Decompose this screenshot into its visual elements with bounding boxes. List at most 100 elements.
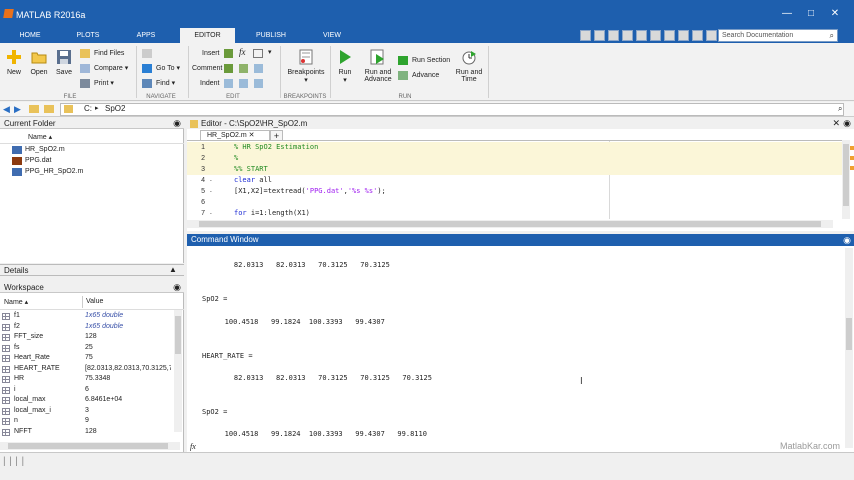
workspace-vscroll[interactable] [174,310,182,432]
settings-icon[interactable] [706,30,717,41]
go-to-button[interactable]: Go To ▾ [142,63,180,74]
code-line[interactable]: 2% [187,153,842,164]
tab-view[interactable]: VIEW [306,28,358,43]
name-column-header[interactable]: Name ▴ [28,133,52,141]
tab-editor[interactable]: EDITOR [180,28,235,43]
command-window[interactable]: Command Window ◉ 82.0313 82.0313 70.3125… [187,234,854,452]
panel-actions-icon[interactable]: ◉ [173,118,181,129]
ws-value-header[interactable]: Value [86,298,103,305]
tab-apps[interactable]: APPS [120,28,172,43]
workspace-row[interactable]: local_max 6.8461e+04 [0,395,172,406]
browse-folder-icon[interactable] [29,105,39,113]
file-item[interactable]: PPG_HR_SpO2.m [12,167,83,177]
command-vscroll[interactable] [845,248,853,448]
breakpoint-dash[interactable]: - [209,186,213,197]
line-number[interactable]: 3 [193,164,205,175]
panel-actions-icon[interactable]: ◉ [173,282,181,293]
line-number[interactable]: 6 [193,197,205,208]
back-forward-buttons[interactable] [142,48,156,59]
path-folder[interactable]: SpO2 [105,104,125,113]
close-button[interactable]: ✕ [828,9,842,19]
workspace-row[interactable]: fs 25 [0,343,172,354]
new-button[interactable]: New [4,49,24,76]
workspace-row[interactable]: i6 [0,385,172,396]
path-field[interactable] [60,103,844,116]
undo-icon[interactable] [650,30,661,41]
switch-windows-icon[interactable] [678,30,689,41]
workspace-row[interactable]: Heart_Rate 75 [0,353,172,364]
decrease-indent-icon[interactable] [254,79,263,88]
redo-icon[interactable] [664,30,675,41]
scroll-thumb[interactable] [846,318,852,350]
copy-icon[interactable] [622,30,633,41]
file-item[interactable]: HR_SpO2.m [12,145,65,155]
smart-indent-icon[interactable] [224,79,233,88]
cut-icon[interactable] [608,30,619,41]
back-arrow-icon[interactable]: ◀ [3,104,10,115]
run-button[interactable]: Run ▾ [333,49,357,84]
code-line[interactable]: 1 % HR SpO2 Estimation [187,142,842,153]
workspace-hscroll[interactable] [0,442,180,450]
workspace-row[interactable]: FFT_size 128 [0,332,172,343]
compare-button[interactable]: Compare ▾ [80,63,128,74]
line-number[interactable]: 2 [193,153,205,164]
help-icon[interactable] [692,30,703,41]
insert-dropdown-icon[interactable]: ▾ [268,48,272,56]
indent-button[interactable]: Indent [200,78,219,89]
code-line[interactable]: 4- clear all [187,175,842,186]
workspace-row[interactable]: HEART_RATE [82.0313,82.0313,70.3125,70 [0,364,172,375]
workspace-row[interactable]: NFFT 128 [0,427,172,438]
line-number[interactable]: 1 [193,142,205,153]
code-area[interactable]: 1% HR SpO2 Estimation 2% 3%% START 4- clear … [187,140,842,219]
scroll-thumb[interactable] [175,316,181,354]
ws-name-header[interactable]: Name ▴ [4,298,28,306]
breakpoints-button[interactable]: Breakpoints ▾ [284,49,328,84]
run-and-time-button[interactable]: Run and Time [453,49,485,83]
run-section-button[interactable]: Run Section [398,55,450,66]
search-folder-icon[interactable]: ⌕ [838,104,842,114]
forward-arrow-icon[interactable]: ▶ [14,104,21,115]
editor-hscroll[interactable] [187,220,833,228]
find-button[interactable]: Find ▾ [142,78,175,89]
scroll-thumb[interactable] [843,144,849,206]
warning-marker-icon[interactable] [850,156,854,160]
insert-section-icon[interactable] [224,49,233,58]
warning-marker-icon[interactable] [850,146,854,150]
workspace-row[interactable]: local_max_i 3 [0,406,172,417]
close-editor-icon[interactable]: ✕ [832,118,840,129]
command-window-actions-icon[interactable]: ◉ [843,234,851,246]
find-files-button[interactable]: Find Files [80,48,124,59]
paste-icon[interactable] [636,30,647,41]
editor-vscroll[interactable] [842,140,850,219]
wrap-comments-icon[interactable] [254,64,263,73]
tab-publish[interactable]: PUBLISH [243,28,299,43]
search-documentation-input[interactable]: Search Documentation ⌕ [718,29,838,42]
code-line[interactable]: 7- for i=1:length(X1) [187,208,842,219]
warning-marker-icon[interactable] [850,166,854,170]
details-panel[interactable]: Details ▲ [0,264,184,276]
scroll-thumb[interactable] [199,221,821,227]
line-number[interactable]: 7 [193,208,205,219]
workspace-row[interactable]: f2 1x65 double [0,322,172,333]
file-item[interactable]: PPG.dat [12,156,51,166]
run-and-advance-button[interactable]: Run and Advance [361,49,395,83]
tab-home[interactable]: HOME [5,28,55,43]
code-line[interactable]: 6 [187,197,842,208]
line-number[interactable]: 4 [193,175,205,186]
breakpoint-dash[interactable]: - [209,208,213,219]
path-drive[interactable]: C: [84,104,92,113]
advance-button[interactable]: Advance [398,70,439,81]
fx-icon[interactable]: fx [239,47,246,57]
code-line[interactable]: 3 %% START [187,164,842,175]
save-button[interactable]: Save [53,49,75,76]
increase-indent-icon[interactable] [239,79,248,88]
scroll-thumb[interactable] [8,443,168,449]
line-number[interactable]: 5 [193,186,205,197]
up-folder-icon[interactable] [44,105,54,113]
file-tab-hr-spo2[interactable]: HR_SpO2.m ✕ [200,130,270,140]
breakpoint-dash[interactable]: - [209,175,213,186]
code-line[interactable]: 5- [X1,X2]=textread('PPG.dat','%s %s'); [187,186,842,197]
minimize-button[interactable]: — [780,9,794,19]
search-icon[interactable]: ⌕ [830,30,834,41]
new-tab-button[interactable]: + [270,130,283,141]
